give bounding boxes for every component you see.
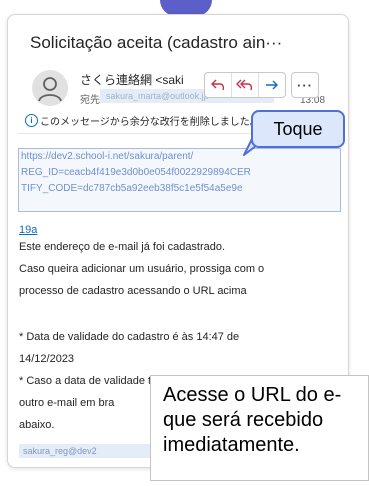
url-line: REG_ID=ceacb4f419e3d0b0e054f0022929894CE…: [21, 167, 251, 178]
registration-url-link[interactable]: https://dev2.school-i.net/sakura/parent/…: [18, 148, 341, 212]
callout-line: imediatamente.: [163, 434, 300, 456]
more-options-button[interactable]: ···: [291, 72, 319, 98]
reply-all-icon: [236, 79, 253, 91]
url-line: TIFY_CODE=dc787cb5a92eeb38f5c1e5f54a5e9e: [21, 183, 243, 194]
callout-line: Acesse o URL do e-: [163, 384, 342, 406]
forward-button[interactable]: [259, 73, 285, 97]
to-label: 宛先: [80, 95, 100, 106]
info-banner-text: このメッセージから余分な改行を削除しました。: [40, 117, 260, 128]
reply-icon: [211, 79, 225, 91]
reply-button[interactable]: [205, 73, 232, 97]
url-line: https://dev2.school-i.net/sakura/parent/: [21, 151, 194, 162]
info-banner: i このメッセージから余分な改行を削除しました。: [25, 113, 260, 128]
forward-icon: [266, 80, 278, 90]
instruction-callout: Acesse o URL do e- que será recebido ime…: [150, 375, 369, 481]
body-line: Este endereço de e-mail já foi cadastrad…: [19, 241, 226, 253]
avatar[interactable]: [32, 70, 68, 106]
body-line: outro e-mail em bra: [19, 397, 115, 409]
tap-hint-bubble: Toque: [251, 110, 345, 148]
body-line: * Data de validade do cadastro é às 14:4…: [19, 331, 240, 343]
info-icon: i: [25, 114, 38, 127]
body-line: processo de cadastro acessando o URL aci…: [19, 285, 247, 297]
sender-name: さくら連絡網 <saki: [80, 73, 184, 87]
body-line: 14/12/2023: [19, 353, 75, 365]
body-line: abaixo.: [19, 419, 55, 431]
body-line: Caso queira adicionar um usuário, prossi…: [19, 263, 265, 275]
person-icon: [33, 71, 67, 105]
url-tail-link[interactable]: 19a: [19, 224, 37, 236]
reply-all-button[interactable]: [232, 73, 259, 97]
email-subject: Solicitação aceita (cadastro ain···: [30, 33, 283, 52]
callout-line: que será recebido: [163, 409, 324, 431]
message-actions: [204, 72, 286, 98]
